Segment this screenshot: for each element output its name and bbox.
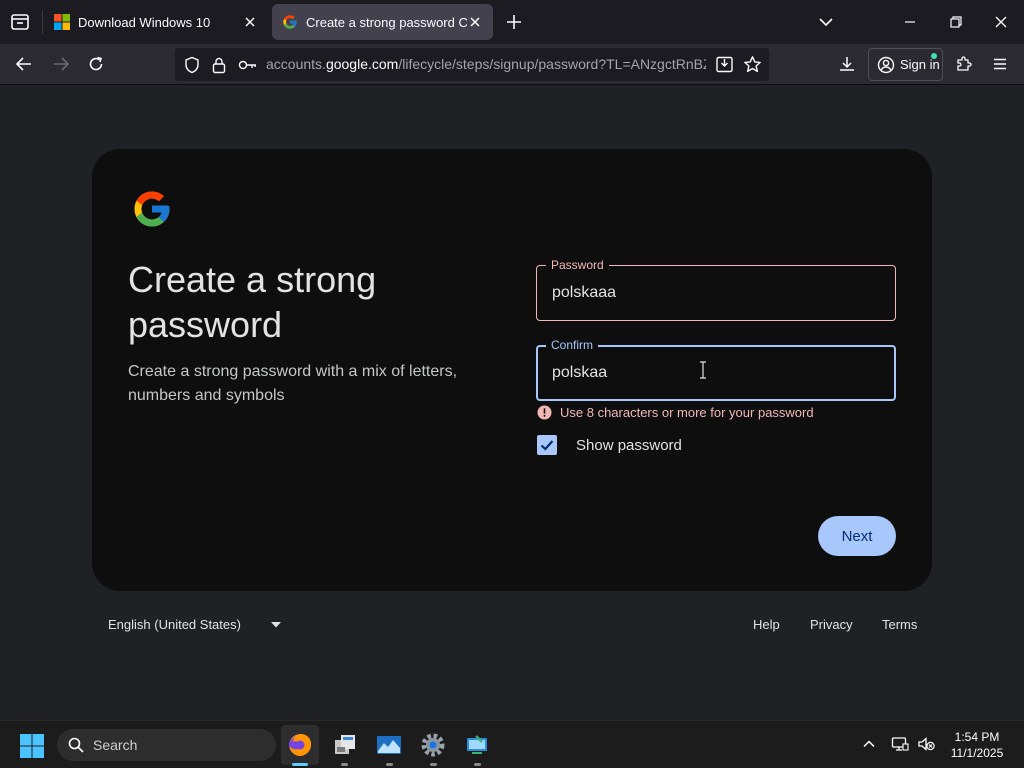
firefox-view-icon[interactable] [8, 11, 32, 33]
password-field[interactable]: Password polskaaa [536, 257, 896, 321]
clock-date: 11/1/2025 [950, 746, 1004, 760]
windows-start-icon[interactable] [19, 733, 45, 759]
url-host: google.com [325, 56, 399, 72]
terms-link[interactable]: Terms [882, 617, 917, 632]
monitor-app-icon[interactable] [376, 732, 402, 758]
navigation-toolbar: accounts.google.com/lifecycle/steps/sign… [0, 44, 1024, 85]
show-password-checkbox[interactable] [537, 435, 557, 455]
windows-logo-icon [54, 14, 70, 30]
app-running-indicator [474, 763, 481, 766]
menu-hamburger-icon[interactable] [989, 53, 1011, 75]
help-link[interactable]: Help [753, 617, 780, 632]
forward-arrow-icon[interactable] [50, 53, 72, 75]
restore-icon[interactable] [946, 12, 966, 32]
settings-gear-icon[interactable] [420, 732, 446, 758]
tab-strip: Download Windows 10 Create a strong pass… [0, 0, 1024, 44]
list-all-tabs-chevron-icon[interactable] [816, 12, 836, 32]
search-icon [68, 737, 84, 753]
notification-dot [931, 53, 937, 59]
url-text: accounts.google.com/lifecycle/steps/sign… [266, 56, 706, 72]
password-error-message: Use 8 characters or more for your passwo… [537, 405, 814, 420]
close-tab-icon[interactable] [467, 14, 483, 30]
app-running-indicator [386, 763, 393, 766]
tab-download-windows[interactable]: Download Windows 10 [44, 4, 268, 40]
checkmark-icon [540, 440, 554, 451]
close-tab-icon[interactable] [242, 14, 258, 30]
text-cursor-icon [698, 361, 708, 379]
account-avatar-icon [877, 56, 895, 74]
shield-icon[interactable] [183, 56, 201, 74]
next-button[interactable]: Next [818, 516, 896, 556]
language-selector[interactable]: English (United States) [108, 617, 281, 632]
page-subtitle: Create a strong password with a mix of l… [128, 363, 458, 404]
sign-in-label: Sign in [900, 57, 940, 72]
downloads-icon[interactable] [836, 53, 858, 75]
tab-title: Create a strong password Creat [306, 14, 467, 30]
signup-card: Create a strong password Create a strong… [92, 149, 932, 591]
google-logo-icon [131, 188, 173, 230]
back-arrow-icon[interactable] [13, 53, 35, 75]
app-running-indicator [341, 763, 348, 766]
search-placeholder: Search [93, 737, 138, 753]
show-hidden-icons-chevron-icon[interactable] [860, 735, 878, 753]
page-content: Create a strong password Create a strong… [0, 85, 1024, 720]
bookmark-star-icon[interactable] [743, 55, 762, 74]
show-password-toggle[interactable]: Show password [537, 435, 682, 455]
password-label: Password [546, 257, 609, 273]
extensions-puzzle-icon[interactable] [953, 53, 975, 75]
password-value: polskaaa [552, 284, 617, 301]
error-alert-icon [537, 405, 552, 420]
sign-in-button[interactable]: Sign in [868, 48, 943, 81]
lock-icon[interactable] [211, 56, 227, 74]
url-bar[interactable]: accounts.google.com/lifecycle/steps/sign… [175, 48, 769, 81]
confirm-password-field[interactable]: Confirm polskaa [536, 337, 896, 401]
tab-create-password[interactable]: Create a strong password Creat [272, 4, 493, 40]
page-title: Create a strong password [128, 259, 377, 345]
app-running-indicator [430, 763, 437, 766]
url-path: /lifecycle/steps/signup/password?TL=ANzg… [398, 56, 706, 72]
close-window-icon[interactable] [991, 12, 1011, 32]
show-password-label: Show password [576, 436, 682, 454]
error-text: Use 8 characters or more for your passwo… [560, 405, 814, 420]
network-display-icon[interactable] [891, 735, 909, 753]
reload-icon[interactable] [85, 53, 107, 75]
windows-taskbar: Search 1:54 PM 11/1/2025 [0, 720, 1024, 768]
tab-title: Download Windows 10 [78, 14, 211, 30]
clock-time: 1:54 PM [954, 730, 1000, 744]
minimize-icon[interactable] [900, 12, 920, 32]
url-prefix: accounts. [266, 56, 326, 72]
firefox-active-indicator [292, 763, 308, 766]
system-clock[interactable]: 1:54 PM 11/1/2025 [940, 729, 1014, 761]
taskbar-search-box[interactable]: Search [57, 729, 276, 761]
volume-muted-icon[interactable] [917, 735, 935, 753]
save-page-icon[interactable] [715, 55, 734, 74]
remote-desktop-app-icon[interactable] [464, 732, 490, 758]
file-manager-app-icon[interactable] [332, 732, 358, 758]
language-label: English (United States) [108, 617, 241, 632]
privacy-link[interactable]: Privacy [810, 617, 853, 632]
dropdown-arrow-icon [270, 621, 281, 628]
permissions-key-icon[interactable] [238, 57, 258, 73]
tab-separator [42, 10, 43, 34]
confirm-label: Confirm [546, 337, 599, 353]
new-tab-icon[interactable] [504, 12, 524, 32]
google-favicon-icon [282, 14, 298, 30]
confirm-value: polskaa [552, 364, 608, 381]
firefox-icon[interactable] [287, 732, 313, 758]
